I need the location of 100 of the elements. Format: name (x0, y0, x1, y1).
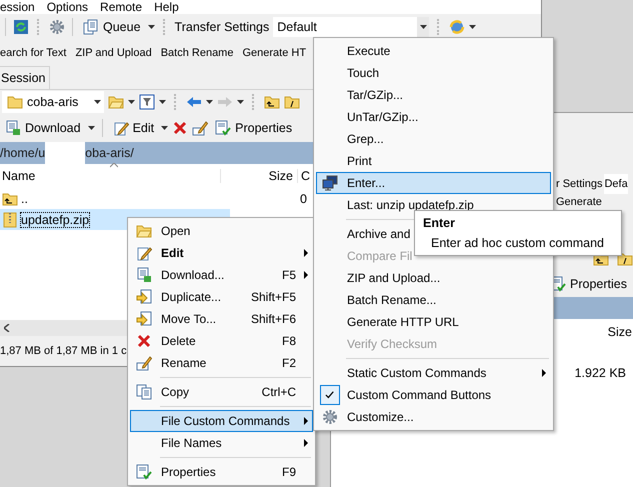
parent-folder-icon[interactable] (264, 94, 280, 110)
caret-icon[interactable] (420, 25, 427, 29)
settings-icon[interactable] (49, 19, 65, 35)
shortcut-text: F5 (282, 268, 297, 282)
zip-file-icon (2, 212, 18, 228)
filter-icon[interactable] (139, 94, 155, 110)
file-name: .. (21, 192, 28, 206)
submenu-arrow-icon (304, 249, 308, 257)
menu-item[interactable]: Edit (130, 242, 313, 264)
caret-icon[interactable] (469, 25, 476, 29)
tooltip-title: Enter (423, 216, 456, 230)
document-arrow-icon (136, 311, 152, 327)
column-header[interactable]: Size (220, 169, 297, 183)
caret-icon[interactable] (161, 126, 168, 130)
menu-item[interactable]: Custom Command Buttons (316, 384, 551, 406)
caret-icon[interactable] (148, 25, 155, 29)
table-cell: 1.922 KB (574, 366, 626, 380)
shortcut-text: Ctrl+C (262, 385, 297, 399)
file-row[interactable]: .. (0, 188, 230, 209)
rename-icon (136, 355, 152, 371)
settings-icon (322, 409, 338, 425)
shortcut-text: Shift+F6 (250, 312, 297, 326)
toolbar-label: Transfer Settings (174, 20, 270, 34)
submenu-arrow-icon (304, 417, 308, 425)
scroll-left-icon[interactable] (4, 324, 10, 332)
menu-item[interactable]: Print (316, 150, 551, 172)
menu-item[interactable]: Copy Ctrl+C (130, 381, 313, 403)
path-text: oba-aris/ (85, 146, 134, 160)
menu-item[interactable]: Grep... (316, 128, 551, 150)
menu-item[interactable]: Batch Rename... (316, 289, 551, 311)
rename-icon[interactable] (192, 120, 208, 136)
caret-icon[interactable] (88, 126, 95, 130)
document-arrow-icon (136, 289, 152, 305)
menu-item[interactable]: Move To... Shift+F6 (130, 308, 313, 330)
custom-command-button[interactable]: Batch Rename (160, 47, 234, 59)
download-button[interactable]: Download (2, 118, 84, 138)
delete-icon[interactable] (172, 120, 188, 136)
shortcut-text: F2 (282, 356, 297, 370)
session-tab[interactable]: Session (0, 66, 50, 89)
delete-icon (136, 333, 152, 349)
shortcut-text: Shift+F5 (250, 290, 297, 304)
custom-command-button[interactable]: Generate HT (242, 47, 306, 59)
menu-item[interactable]: UnTar/GZip... (316, 106, 551, 128)
download-icon (136, 267, 152, 283)
caret-icon[interactable] (94, 100, 101, 104)
menu-item[interactable]: ZIP and Upload... (316, 267, 551, 289)
documents-icon (83, 19, 99, 35)
caret-icon[interactable] (128, 100, 135, 104)
caret-icon[interactable] (237, 100, 244, 104)
queue-button[interactable]: Queue (80, 17, 144, 37)
download-icon (5, 120, 21, 136)
custom-command-button[interactable]: earch for Text (0, 47, 66, 59)
edit-button[interactable]: Edit (110, 118, 158, 138)
menu-item[interactable]: Rename F2 (130, 352, 313, 374)
menu-item[interactable]: Touch (316, 62, 551, 84)
monitor-icon (322, 175, 338, 191)
caret-icon[interactable] (206, 100, 213, 104)
menu-item[interactable]: Static Custom Commands (316, 362, 551, 384)
root-folder-icon[interactable] (617, 251, 633, 267)
transfer-settings-dropdown[interactable]: Defa (604, 174, 628, 194)
menu-item[interactable]: Properties F9 (130, 461, 313, 483)
menu-item[interactable]: File Custom Commands (130, 410, 313, 432)
menu-item[interactable]: Customize... (316, 406, 551, 428)
copy-icon (136, 384, 152, 400)
open-folder-icon (136, 223, 152, 239)
shortcut-text: F9 (282, 465, 297, 479)
menu-bar-item[interactable]: ession (0, 0, 35, 14)
submenu-arrow-icon (304, 439, 308, 447)
caret-icon[interactable] (159, 100, 166, 104)
menu-bar-item[interactable]: Options (46, 0, 88, 14)
menu-bar-item[interactable]: Help (154, 0, 179, 14)
table-cell-text: 0 (299, 192, 307, 206)
transfer-settings-dropdown[interactable]: Default (273, 17, 418, 37)
menu-item[interactable]: Delete F8 (130, 330, 313, 352)
menu-item[interactable]: Download... F5 (130, 264, 313, 286)
status-text: 1,87 MB of 1,87 MB in 1 c (0, 344, 127, 359)
menu-item[interactable]: Execute (316, 40, 551, 62)
column-header[interactable]: C (297, 169, 310, 183)
tooltip-text: Enter ad hoc custom command (430, 236, 605, 250)
parent-folder-icon (2, 190, 18, 206)
menu-item[interactable]: Duplicate... Shift+F5 (130, 286, 313, 308)
menu-item[interactable]: File Names (130, 432, 313, 454)
custom-command-button[interactable]: ZIP and Upload (75, 47, 152, 59)
location-dropdown[interactable]: coba-aris (2, 91, 104, 113)
custom-command-button[interactable]: Generate (556, 196, 602, 208)
back-icon[interactable] (186, 94, 202, 110)
toolbar-label: r Settings (556, 178, 602, 190)
column-header[interactable]: Size (608, 325, 632, 339)
properties-button[interactable]: Properties (212, 118, 296, 138)
root-folder-icon[interactable] (284, 94, 300, 110)
menu-item[interactable]: Generate HTTP URL (316, 311, 551, 333)
file-name: updatefp.zip (21, 212, 90, 226)
properties-icon (215, 120, 232, 136)
menu-bar-item[interactable]: Remote (100, 0, 142, 14)
column-header[interactable]: Name (0, 169, 220, 183)
menu-item[interactable]: Tar/GZip... (316, 84, 551, 106)
menu-item[interactable]: Enter... (316, 172, 551, 194)
synchronize-icon[interactable] (13, 19, 29, 35)
checkmark-icon (320, 385, 340, 405)
folder-icon (7, 94, 23, 110)
